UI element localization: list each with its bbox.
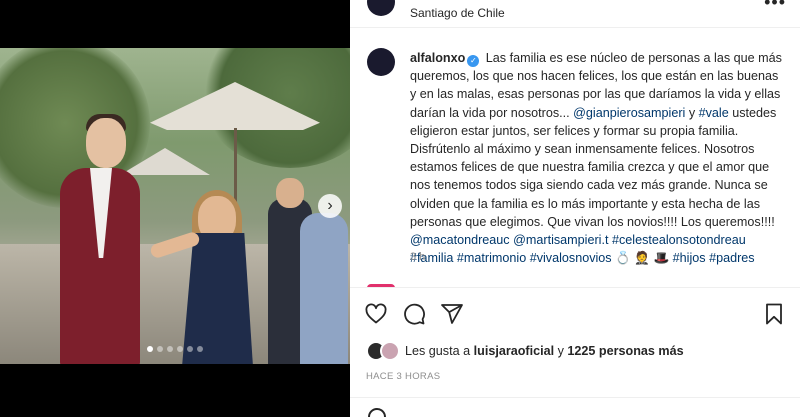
guest-figure xyxy=(300,213,348,364)
author-username[interactable]: alfalonxo xyxy=(410,51,465,65)
liker-username[interactable]: luisjaraoficial xyxy=(474,344,555,358)
carousel-dot xyxy=(147,346,153,352)
author-avatar[interactable] xyxy=(367,48,395,76)
chevron-right-icon: › xyxy=(327,197,333,214)
post-details-panel: Santiago de Chile ••• alfalonxo ✓ Las fam… xyxy=(350,0,800,417)
post-photo[interactable] xyxy=(0,48,350,364)
carousel-dot xyxy=(157,346,163,352)
groom-head xyxy=(86,118,126,168)
caption-text-segment: y xyxy=(685,105,699,120)
carousel-dot xyxy=(187,346,193,352)
hashtag-link[interactable]: #padres xyxy=(709,251,755,265)
likes-connector: y xyxy=(554,344,568,358)
guest-head xyxy=(276,178,304,208)
hashtag-link[interactable]: #celestealonsotondreau xyxy=(612,233,746,247)
likes-count-link[interactable]: 1225 personas más xyxy=(567,344,683,358)
post-media: › xyxy=(0,0,350,417)
share-icon[interactable] xyxy=(440,302,464,326)
more-options-icon[interactable]: ••• xyxy=(764,0,786,13)
mention-link[interactable]: @martisampieri.t xyxy=(513,233,608,247)
author-avatar[interactable] xyxy=(367,0,395,16)
bookmark-icon[interactable] xyxy=(762,302,786,326)
location-link[interactable]: Santiago de Chile xyxy=(410,6,505,20)
caption-text-segment: ustedes eligieron estar juntos, ser feli… xyxy=(410,105,777,229)
liker-avatar[interactable] xyxy=(380,341,400,361)
likes-prefix: Les gusta a xyxy=(405,344,474,358)
carousel-dot xyxy=(197,346,203,352)
comment-icon[interactable] xyxy=(402,302,426,326)
post-header: Santiago de Chile ••• xyxy=(350,0,800,28)
likes-summary: Les gusta a luisjaraoficial y 1225 perso… xyxy=(366,340,684,362)
hashtag-link[interactable]: #vale xyxy=(699,106,729,120)
comment-timestamp: 3 h xyxy=(410,251,426,263)
mention-link[interactable]: @macatondreauc xyxy=(410,233,510,247)
carousel-dot xyxy=(177,346,183,352)
heart-icon[interactable] xyxy=(364,302,388,326)
divider xyxy=(350,397,800,398)
caption-text-segment: 💍 🤵 🎩 xyxy=(611,251,673,266)
likes-text: Les gusta a luisjaraoficial y 1225 perso… xyxy=(405,344,684,358)
emoji-icon[interactable] xyxy=(368,408,386,417)
carousel-indicator xyxy=(0,346,350,352)
verified-badge-icon: ✓ xyxy=(467,55,480,67)
carousel-next-button[interactable]: › xyxy=(318,194,342,218)
hashtag-link[interactable]: #vivalosnovios xyxy=(530,251,612,265)
hashtag-link[interactable]: #hijos xyxy=(673,251,706,265)
caption-text: alfalonxo ✓ Las familia es ese núcleo de … xyxy=(410,49,785,267)
mention-link[interactable]: @gianpierosampieri xyxy=(573,106,685,120)
post-date: HACE 3 HORAS xyxy=(366,371,441,382)
hashtag-link[interactable]: #matrimonio xyxy=(457,251,526,265)
action-bar xyxy=(350,298,800,332)
caption: alfalonxo ✓ Las familia es ese núcleo de … xyxy=(350,44,800,288)
caption-body: Las familia es ese núcleo de personas a … xyxy=(410,51,782,265)
divider xyxy=(350,287,800,288)
carousel-dot xyxy=(167,346,173,352)
